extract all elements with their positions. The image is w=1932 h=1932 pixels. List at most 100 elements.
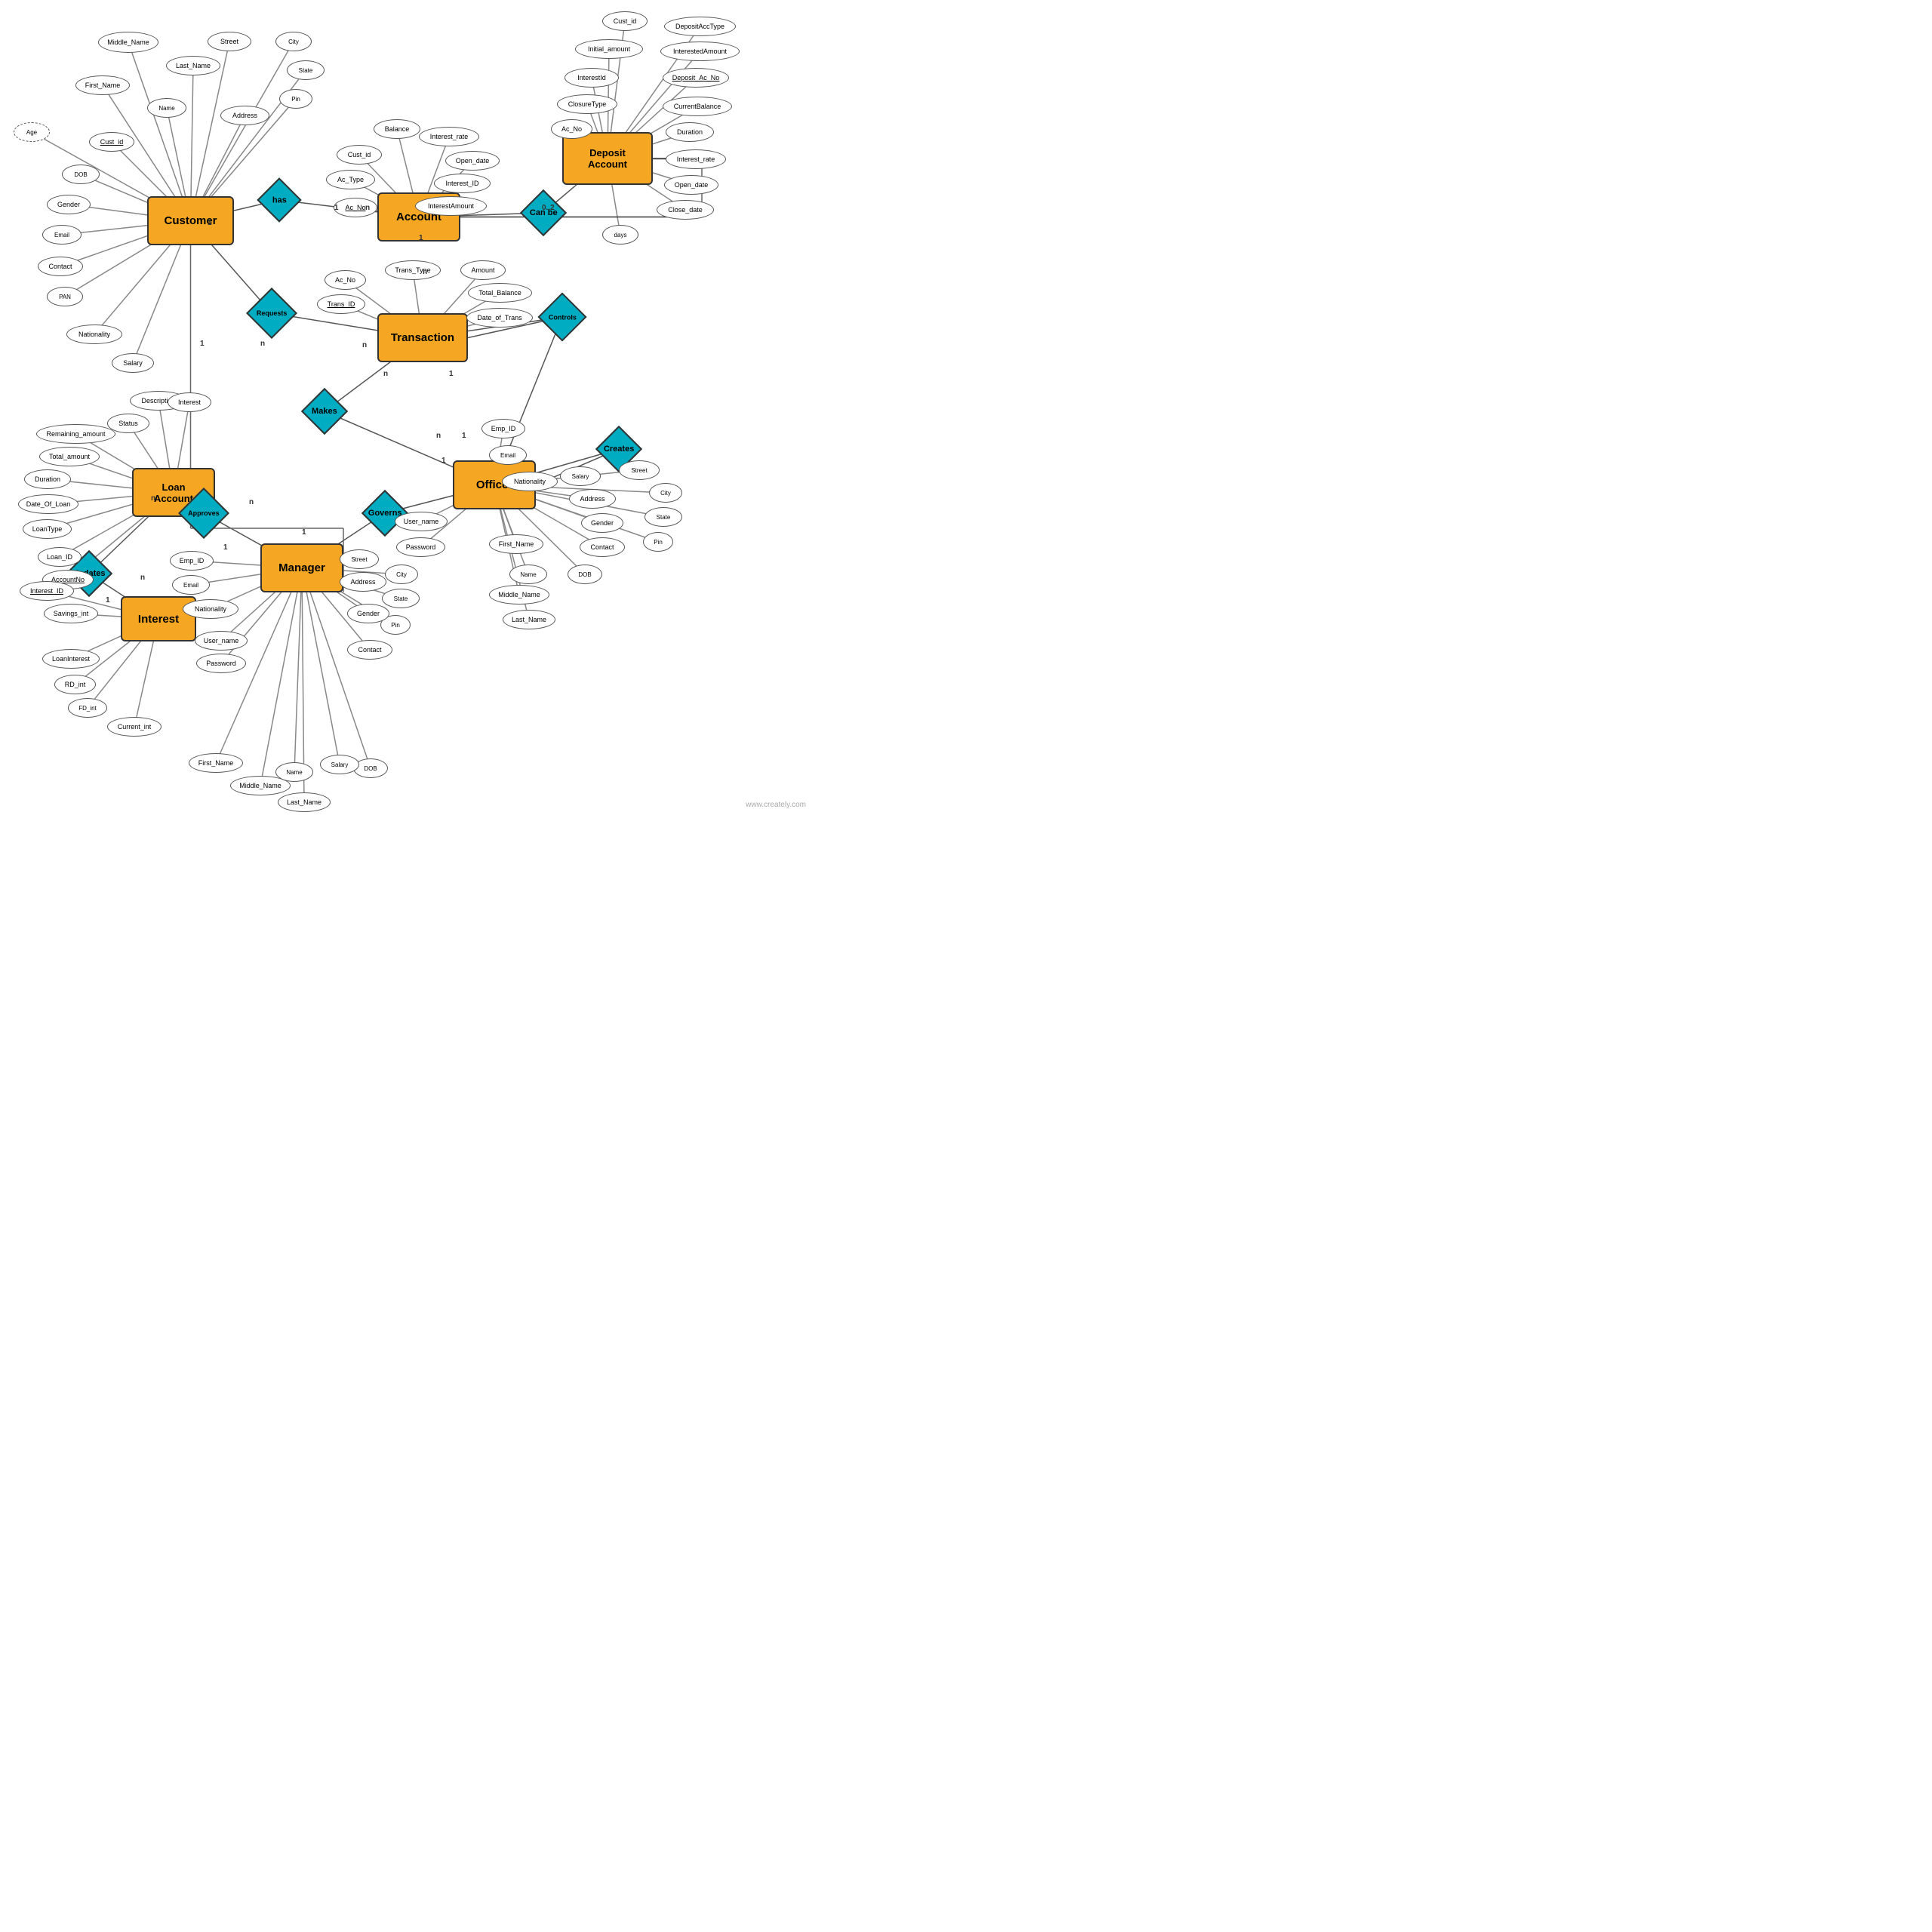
attr-acc_opendate: Open_date <box>445 151 500 171</box>
attr-cust_contact: Contact <box>38 257 83 276</box>
attr-in_intid: Interest_ID <box>20 581 74 601</box>
er-diagram: CustomerAccountDepositAccountTransaction… <box>0 0 815 815</box>
cardinality-15: n <box>151 494 155 503</box>
relation-label-creates: Creates <box>604 445 634 454</box>
attr-of_name: Name <box>509 565 547 584</box>
attr-tr_amount: Amount <box>460 260 506 280</box>
attr-of_dob: DOB <box>568 565 602 584</box>
cardinality-8: 0..2 <box>542 204 555 212</box>
attr-cust_salary: Salary <box>112 353 154 373</box>
cardinality-12: 1 <box>441 457 446 465</box>
cardinality-2: 1 <box>208 219 212 227</box>
attr-mg_nationality: Nationality <box>183 599 238 619</box>
attr-mg_password: Password <box>196 654 246 673</box>
attr-da_intid: InterestId <box>565 68 619 88</box>
attr-of_lastname: Last_Name <box>503 610 555 629</box>
attr-tr_dateoftrans: Date_of_Trans <box>466 308 533 328</box>
attr-mg_empid: Emp_ID <box>170 551 214 571</box>
attr-mg_name: Name <box>275 762 313 782</box>
attr-da_opendate: Open_date <box>664 175 718 195</box>
attr-da_duration: Duration <box>666 122 714 142</box>
attr-cust_state: State <box>287 60 325 80</box>
attr-of_firstname: First_Name <box>489 534 543 554</box>
attr-acc_balance: Balance <box>374 119 420 139</box>
attr-of_city: City <box>649 483 682 503</box>
attr-of_state: State <box>645 507 682 527</box>
attr-da_custid: Cust_id <box>602 11 648 31</box>
attr-la_dateofloan: Date_Of_Loan <box>18 494 78 514</box>
attr-cust_gender: Gender <box>47 195 91 214</box>
attr-mg_username: User_name <box>195 631 248 651</box>
attr-of_empid: Emp_ID <box>481 419 525 438</box>
attr-cust_dob: DOB <box>62 165 100 184</box>
cardinality-14: n <box>249 498 254 506</box>
attr-cust_pan: PAN <box>47 287 83 306</box>
relation-makes: Makes <box>301 388 348 435</box>
attr-cust_email: Email <box>42 225 82 245</box>
cardinality-1: n <box>365 204 370 212</box>
attr-la_remaining: Remaining_amount <box>36 424 115 444</box>
attr-da_acno: Ac_No <box>551 119 592 139</box>
relation-label-makes: Makes <box>312 407 337 416</box>
attr-acc_custid: Cust_id <box>337 145 382 165</box>
relation-label-controls: Controls <box>549 313 577 321</box>
attr-mg_state: State <box>382 589 420 608</box>
cardinality-19: 1 <box>106 596 110 605</box>
attr-da_deptype: DepositAccType <box>664 17 736 36</box>
attr-of_email: Email <box>489 445 527 465</box>
attr-of_nationality: Nationality <box>502 472 558 491</box>
attr-cust_street: Street <box>208 32 251 51</box>
attr-la_loanid: Loan_ID <box>38 547 82 567</box>
attr-cust_nationality: Nationality <box>66 325 122 344</box>
attr-mg_city: City <box>385 565 418 584</box>
attr-of_gender: Gender <box>581 513 623 533</box>
watermark: www.creately.com <box>746 801 806 809</box>
relation-controls: Controls <box>537 292 586 341</box>
attr-la_total: Total_amount <box>39 447 100 466</box>
relation-label-requests: Requests <box>257 309 288 317</box>
relation-requests: Requests <box>246 288 297 339</box>
attr-mg_salary: Salary <box>320 755 359 774</box>
attr-da_intamt: InterestedAmount <box>660 42 740 61</box>
attr-cust_pin: Pin <box>279 89 312 109</box>
cardinality-0: 1 <box>334 204 339 212</box>
attr-da_closedate: Close_date <box>657 200 714 220</box>
entity-transaction: Transaction <box>377 313 468 362</box>
attr-da_currbal: CurrentBalance <box>663 97 732 116</box>
attr-acc_actype: Ac_Type <box>326 170 375 189</box>
attr-da_depacno: Deposit_Ac_No <box>663 68 729 88</box>
attr-of_pin: Pin <box>643 532 673 552</box>
entity-manager: Manager <box>260 543 343 592</box>
attr-of_username: User_name <box>395 512 448 531</box>
relation-label-has: has <box>272 195 287 205</box>
attr-mg_gender: Gender <box>347 604 389 623</box>
attr-of_contact: Contact <box>580 537 625 557</box>
attr-cust_firstname: First_Name <box>75 75 130 95</box>
attr-acc_intamt: InterestAmount <box>415 196 487 216</box>
relation-has: has <box>257 177 301 222</box>
attr-of_password: Password <box>396 537 445 557</box>
cardinality-5: n <box>362 341 367 349</box>
entity-deposit_account: DepositAccount <box>562 132 653 185</box>
attr-la_interest: Interest <box>168 392 211 412</box>
cardinality-16: 1 <box>223 543 228 552</box>
attr-tr_totbal: Total_Balance <box>468 283 532 303</box>
attr-da_initamt: Initial_amount <box>575 39 643 59</box>
attr-in_currint: Current_int <box>107 717 162 737</box>
attr-cust_custid: Cust_id <box>89 132 134 152</box>
attr-cust_address: Address <box>220 106 269 125</box>
cardinality-10: 1 <box>449 370 454 378</box>
cardinality-3: n <box>260 340 265 348</box>
attr-cust_city: City <box>275 32 312 51</box>
attr-cust_lastname: Last_Name <box>166 56 220 75</box>
attr-acc_intrate: Interest_rate <box>419 127 479 146</box>
attr-mg_street: Street <box>340 549 379 569</box>
cardinality-7: n <box>423 268 427 276</box>
attr-cust_middle: Middle_Name <box>98 32 158 53</box>
attr-of_salary: Salary <box>560 466 601 486</box>
attr-in_savingsint: Savings_int <box>44 604 98 623</box>
attr-mg_address: Address <box>340 572 386 592</box>
attr-cust_name: Name <box>147 98 186 118</box>
attr-cust_age: Age <box>14 122 50 142</box>
attr-da_closuretype: ClosureType <box>557 94 617 114</box>
